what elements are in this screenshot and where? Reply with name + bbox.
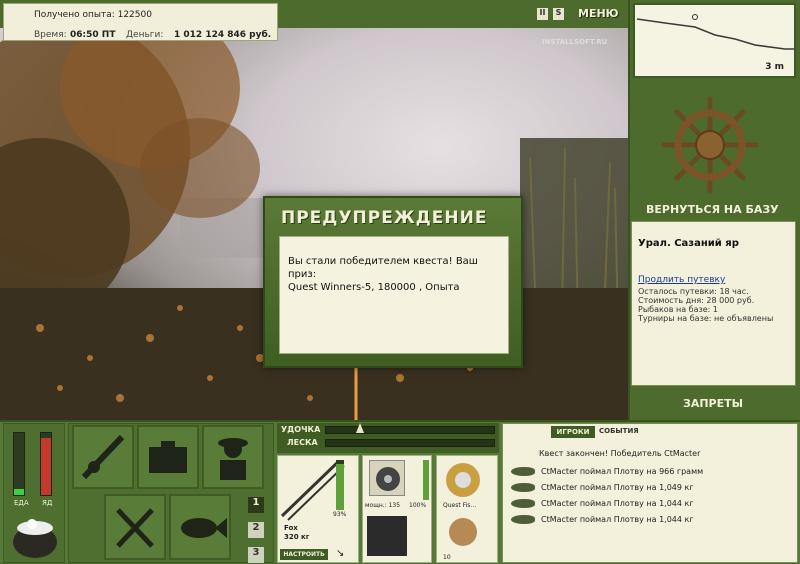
dialog-line-2: Quest Winners-5, 180000 , Опыта: [288, 282, 460, 293]
extend-ticket-link[interactable]: Продлить путевку: [638, 275, 789, 285]
poison-label: ЯД: [42, 499, 53, 507]
tournaments-status: Турниры на базе: не объявлены: [638, 314, 774, 323]
event-row: CtMacter поймал Плотву на 1,044 кг: [511, 496, 694, 510]
time-label: Время:: [34, 30, 67, 40]
money-value: 1 012 124 846 руб.: [174, 30, 272, 40]
fish-icon: [511, 466, 535, 476]
rod-tension-label: УДОЧКА: [281, 425, 321, 434]
tension-marker-icon: [356, 423, 364, 433]
events-title: Квест закончен! Победитель CtMacter: [539, 449, 701, 458]
line-name: Quest Fis...: [443, 502, 477, 509]
rod-name: Fox: [284, 524, 298, 532]
depth-map[interactable]: 3 m: [633, 3, 796, 78]
tab-players[interactable]: ИГРОКИ: [551, 426, 595, 438]
events-panel: ИГРОКИ СОБЫТИЯ Квест закончен! Победител…: [502, 423, 798, 563]
bait-count: 10: [443, 554, 451, 561]
event-row: CtMacter поймал Плотву на 966 грамм: [511, 464, 703, 478]
warning-dialog[interactable]: ПРЕДУПРЕЖДЕНИЕ Вы стали победителем квес…: [263, 196, 523, 368]
poison-bar: [40, 432, 52, 496]
cauldron-icon[interactable]: [10, 512, 60, 560]
reel-durability-pct: 100%: [409, 502, 427, 509]
fish-icon: [511, 482, 535, 492]
line-tension-bar: [325, 439, 495, 447]
fisherman-button[interactable]: [202, 425, 264, 489]
food-button[interactable]: [104, 494, 166, 560]
fish-icon: [511, 498, 535, 508]
fish-icon: [511, 514, 535, 524]
fishers-count: Рыбаков на базе: 1: [638, 305, 718, 314]
dialog-line-1: Вы стали победителем квеста! Ваш приз:: [288, 256, 478, 280]
line-slot[interactable]: Quest Fis... 10: [436, 455, 498, 563]
dialog-body: Вы стали победителем квеста! Ваш приз: Q…: [279, 236, 509, 354]
reel-power: мощн.: 135: [365, 502, 401, 509]
rod-tension-bar: [325, 426, 495, 434]
watermark: INSTALLSOFT.RU: [542, 38, 608, 46]
food-bar: [13, 432, 25, 496]
tackle-box-button[interactable]: [137, 425, 199, 489]
page-2-button[interactable]: 2: [248, 522, 264, 538]
player-info: Получено опыта: 122500 Время: 06:50 ПТ Д…: [3, 3, 278, 41]
tab-events[interactable]: СОБЫТИЯ: [599, 427, 639, 435]
return-base-button[interactable]: ВЕРНУТЬСЯ НА БАЗУ: [646, 203, 779, 216]
money-label: Деньги:: [126, 30, 164, 40]
rod-durability-pct: 93%: [333, 511, 347, 518]
page-3-button[interactable]: 3: [248, 547, 264, 563]
ship-wheel-icon[interactable]: [660, 95, 760, 195]
pause-button[interactable]: II: [537, 8, 548, 20]
reel-icon: [369, 460, 405, 496]
food-label: ЕДА: [14, 499, 29, 507]
xp-text: Получено опыта: 122500: [34, 10, 152, 20]
event-row: CtMacter поймал Плотву на 1,044 кг: [511, 512, 694, 526]
ticket-hours: Осталось путевки: 18 час.: [638, 287, 749, 296]
speed-button[interactable]: S: [553, 8, 564, 20]
rod-slot[interactable]: 93% Fox 320 кг НАСТРОИТЬ ↘: [277, 455, 359, 563]
day-cost: Стоимость дня: 28 000 руб.: [638, 296, 755, 305]
rods-button[interactable]: [72, 425, 134, 489]
setup-button[interactable]: НАСТРОИТЬ: [280, 549, 328, 560]
event-row: CtMacter поймал Плотву на 1,049 кг: [511, 480, 694, 494]
bans-button[interactable]: ЗАПРЕТЫ: [683, 397, 743, 410]
bait-icon[interactable]: [443, 514, 483, 550]
depth-value: 3 m: [765, 62, 784, 72]
rod-durability-bar: [336, 460, 344, 510]
reel-slot[interactable]: мощн.: 135 100%: [362, 455, 432, 563]
rod-weight: 320 кг: [284, 533, 310, 541]
menu-button[interactable]: МЕНЮ: [578, 7, 619, 20]
reel-durability-bar: [423, 460, 429, 500]
resize-arrow-icon[interactable]: ↘: [336, 548, 344, 559]
time-value: 06:50 ПТ: [70, 30, 116, 40]
location-name: Урал. Сазаний яр: [638, 238, 739, 249]
line-spool-icon: [443, 460, 483, 500]
location-info: Урал. Сазаний яр Продлить путевку Остало…: [631, 221, 796, 386]
hook-slot-icon[interactable]: [367, 516, 407, 556]
line-tension-label: ЛЕСКА: [287, 438, 318, 447]
page-1-button[interactable]: 1: [248, 497, 264, 513]
fish-button[interactable]: [169, 494, 231, 560]
dialog-title: ПРЕДУПРЕЖДЕНИЕ: [281, 208, 488, 228]
